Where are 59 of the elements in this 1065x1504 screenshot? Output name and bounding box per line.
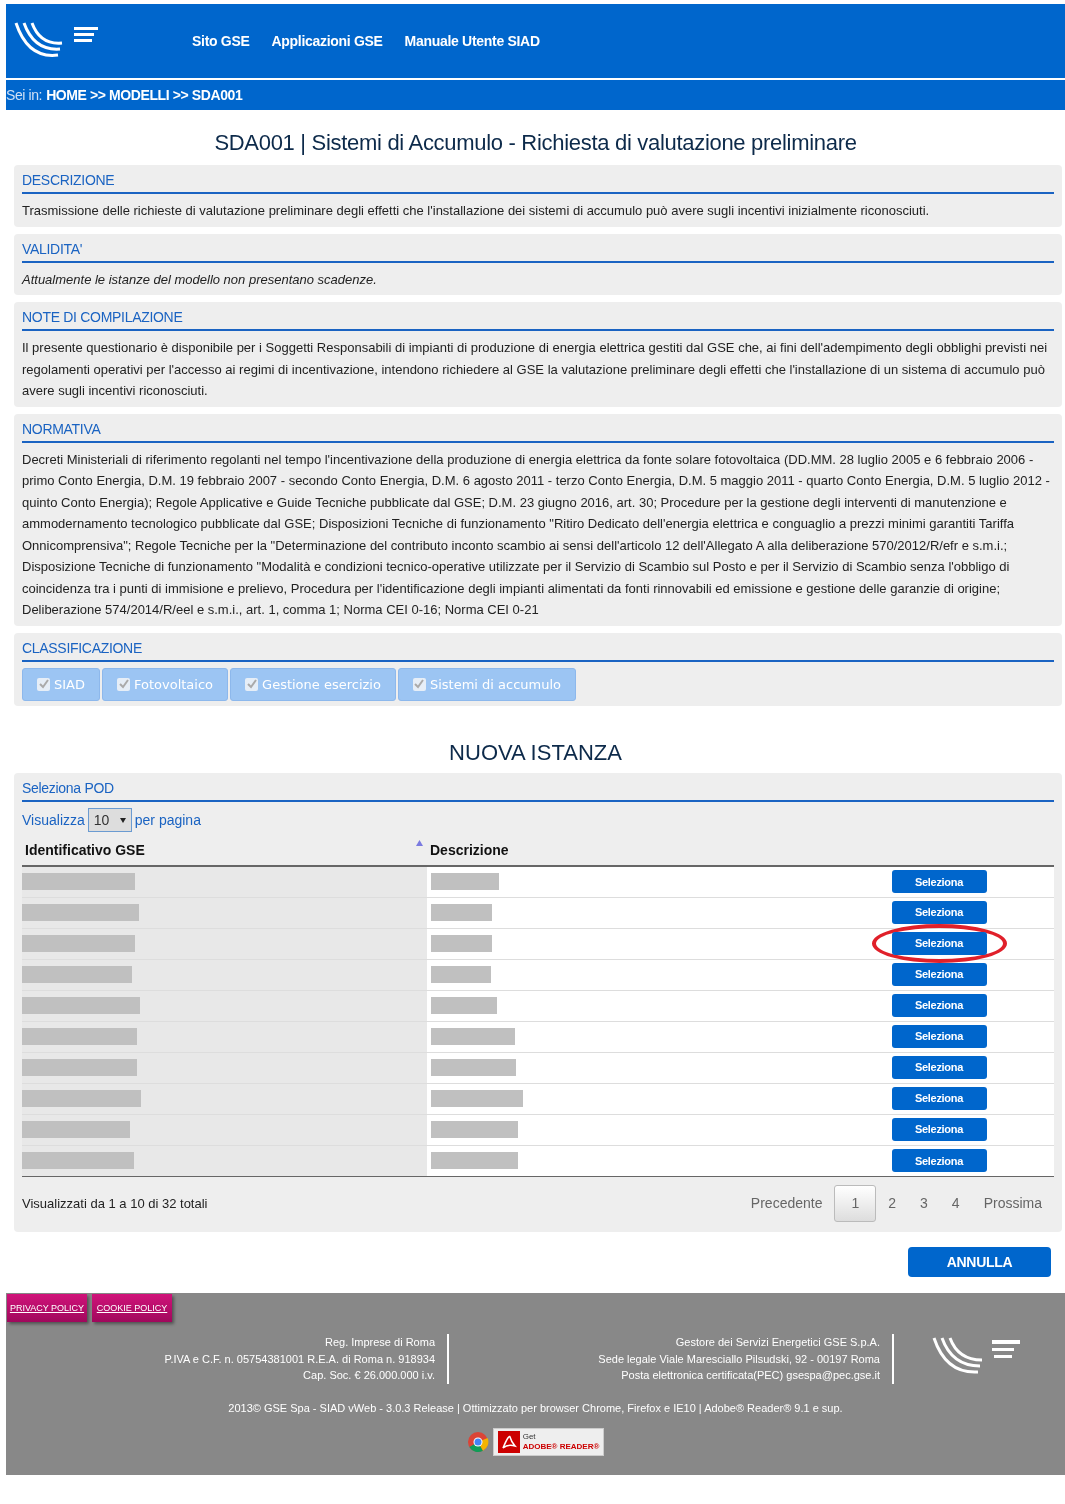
- page-link[interactable]: 4: [939, 1185, 972, 1222]
- select-button[interactable]: Seleziona: [891, 994, 987, 1017]
- breadcrumb-path[interactable]: HOME >> MODELLI >> SDA001: [46, 84, 243, 106]
- footer-text: Posta elettronica certificata(PEC) gsespa@pec.gse.it: [620, 1368, 880, 1383]
- redaction-bar: [431, 935, 492, 952]
- table-info: Visualizzati da 1 a 10 di 32 totali: [22, 1194, 208, 1213]
- select-button[interactable]: Seleziona: [891, 1149, 987, 1173]
- select-button[interactable]: Seleziona: [891, 1118, 987, 1141]
- select-button[interactable]: Seleziona: [891, 1087, 987, 1110]
- badge-text: Get: [522, 1432, 536, 1442]
- policy-link[interactable]: COOKIE POLICY: [92, 1294, 172, 1322]
- section-heading: DESCRIZIONE: [22, 170, 1054, 194]
- redaction-bar: [431, 873, 499, 891]
- footer-text: Reg. Imprese di Roma: [323, 1335, 435, 1350]
- breadcrumb-label: Sei in:: [6, 85, 43, 105]
- footer-text: P.IVA e C.F. n. 05754381001 R.E.A. di Roma n. 918934: [163, 1351, 435, 1367]
- section-text: Attualmente le istanze del modello non presentano scadenze.: [22, 270, 378, 289]
- section-text: Il presente questionario è disponibile per i Soggetti Responsabili di impianti di produzione di energia elettrica gestiti dal GSE che, ai fini dell'adempimento degli obblighi previsti nei regolamenti operativi per l'accesso ai regimi di incentivazione, intendono richiedere al GSE la valutazione preliminare degli effetti che l'installazione di un sistema di accumulo può avere sugli incentivi riconosciuti.: [22, 339, 1049, 400]
- redaction-bar: [431, 904, 492, 921]
- page-size-select[interactable]: 10: [87, 808, 132, 832]
- section-heading: VALIDITA': [22, 238, 1054, 263]
- length-label: Visualizza: [22, 810, 85, 830]
- select-button[interactable]: Seleziona: [891, 870, 987, 894]
- section-text: Trasmissione delle richieste di valutazione preliminare degli effetti che l'installazione dei sistemi di accumulo può avere sugli incentivi inizialmente riconosciuti.: [22, 202, 931, 220]
- pdf-icon: [497, 1431, 520, 1453]
- nav-link[interactable]: Applicazioni GSE: [271, 30, 383, 52]
- page-link[interactable]: Precedente: [738, 1185, 835, 1222]
- caret-icon: [119, 817, 126, 823]
- redaction-bar: [431, 966, 491, 983]
- section-text: Decreti Ministeriali di riferimento regolanti nel tempo l'incentivazione della produzione di energia elettrica da fonte solare fotovoltaica (DD.MM. 28 luglio 2005 e 6 febbraio 2006 - primo Conto Energia, D.M. 19 febbraio 2007 - secondo Conto Energia, D.M. 6 agosto 2011 - terzo Conto Energia, D.M. 5 maggio 2011 - quarto Conto Energia, D.M. 5 luglio 2012 - quinto Conto Energia); Regole Applicative e Guide Tecniche pubblicate dal GSE; D.M. 23 giugno 2016, art. 30; Procedure per la gestione degli interventi di manutenzione e ammodernamento tecnologico pubblicate dal GSE; Disposizioni Tecniche di funzionamento "Ritiro Dedicato dell'energia elettrica e conguaglio a prezzi minimi garantiti Tariffa Onnicomprensiva"; Regole Tecniche per la "Determinazione del contributo inconto scambio ai sensi dell'articolo 12 dell'Allegato A alla deliberazione 570/2012/R/efr e s.m.i.; Disposizione Tecniche di funzionamento "Modalità e condizioni tecnico-operative utilizzate per il Servizio di Scambio sul Posto e per il Servizio di Scambio senza l'obbligo di coincidenza tra i punti di immisione e prelievo, Procedura per l'identificazione degli impianti alimentati da fonti rinnovabili ed emissione e gestione delle garanzie di origine; Deliberazione 574/2014/R/eel e s.m.i., art. 1, comma 1; Norma CEI 0-16; Norma CEI 0-21: [22, 450, 1051, 619]
- redaction-bar: [431, 997, 497, 1014]
- page-link[interactable]: Prossima: [971, 1185, 1054, 1222]
- nav-link[interactable]: Manuale Utente SIAD: [404, 30, 540, 52]
- select-button[interactable]: Seleziona: [891, 963, 987, 986]
- footer-text: Gestore dei Servizi Energetici GSE S.p.A.: [674, 1335, 880, 1350]
- sort-ascending-icon: [416, 839, 423, 847]
- select-button[interactable]: Seleziona: [891, 901, 987, 924]
- download-badge[interactable]: Get ADOBE® READER®: [492, 1428, 605, 1456]
- select-button[interactable]: Seleziona: [891, 932, 987, 955]
- page-title: SDA001 | Sistemi di Accumulo - Richiesta di valutazione preliminare: [213, 129, 858, 157]
- footer-text: Cap. Soc. € 26.000.000 i.v.: [302, 1368, 435, 1383]
- cancel-button[interactable]: ANNULLA: [908, 1247, 1051, 1277]
- nav-link[interactable]: Sito GSE: [192, 30, 250, 52]
- section-heading: CLASSIFICAZIONE: [22, 637, 1054, 662]
- section-title: NUOVA ISTANZA: [448, 739, 623, 767]
- page-link[interactable]: 3: [908, 1185, 940, 1222]
- panel-title: Seleziona POD: [22, 778, 1054, 802]
- footer-text: Sede legale Viale Maresciallo Pilsudski, 92 - 00197 Roma: [597, 1351, 880, 1367]
- copyright-text: 2013© GSE Spa - SIAD vWeb - 3.0.3 Release | Ottimizzato per browser Chrome, Firefox e IE10 | Adobe® Reader® 9.1 e sup.: [227, 1400, 844, 1416]
- section-heading: NORMATIVA: [22, 418, 1054, 443]
- page-link[interactable]: 2: [876, 1185, 909, 1222]
- policy-link[interactable]: PRIVACY POLICY: [7, 1294, 87, 1322]
- select-button[interactable]: Seleziona: [891, 1025, 987, 1048]
- browser-icon: [466, 1431, 489, 1453]
- page-link[interactable]: 1: [834, 1185, 877, 1222]
- section-heading: NOTE DI COMPILAZIONE: [22, 307, 1054, 331]
- length-label: per pagina: [134, 810, 201, 830]
- badge-text: ADOBE® READER®: [522, 1442, 600, 1452]
- select-button[interactable]: Seleziona: [891, 1056, 987, 1079]
